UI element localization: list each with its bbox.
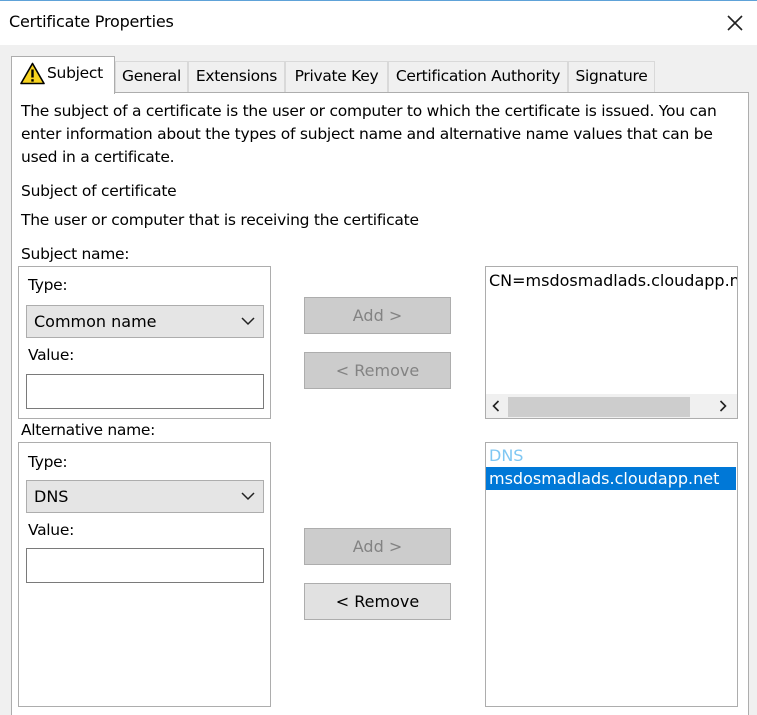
tab-label: Certification Authority: [395, 67, 561, 85]
tab-certification-authority[interactable]: Certification Authority: [388, 61, 568, 93]
close-button[interactable]: [721, 9, 749, 37]
scroll-left-arrow-icon[interactable]: [492, 400, 500, 412]
subject-type-value: Common name: [34, 312, 157, 331]
scrollbar-thumb[interactable]: [508, 397, 690, 417]
tab-label: Private Key: [294, 67, 379, 85]
horizontal-scrollbar[interactable]: [486, 394, 737, 418]
subject-name-group-label: Subject name:: [21, 245, 132, 263]
subject-tab-panel: The subject of a certificate is the user…: [11, 92, 749, 715]
subject-description: The subject of a certificate is the user…: [21, 102, 717, 166]
subject-remove-button[interactable]: < Remove: [304, 352, 451, 389]
tab-label: Subject: [47, 64, 103, 82]
alternative-remove-button[interactable]: < Remove: [304, 583, 451, 620]
subject-value-input[interactable]: [26, 374, 264, 409]
subject-heading: Subject of certificate: [21, 182, 177, 200]
alternative-value-input[interactable]: [26, 548, 264, 583]
close-icon: [727, 15, 743, 31]
subject-value-label: Value:: [28, 346, 74, 364]
window-title: Certificate Properties: [9, 12, 174, 31]
tab-signature[interactable]: Signature: [568, 61, 655, 93]
tab-general[interactable]: General: [115, 61, 188, 93]
alternative-type-label: Type:: [28, 453, 68, 471]
list-item[interactable]: msdosmadlads.cloudapp.net: [486, 467, 736, 490]
subject-name-list[interactable]: CN=msdosmadlads.cloudapp.net: [485, 266, 738, 419]
subject-type-select[interactable]: Common name: [26, 305, 264, 338]
scroll-right-arrow-icon[interactable]: [719, 400, 727, 412]
alternative-value-label: Value:: [28, 521, 74, 539]
chevron-down-icon: [241, 317, 255, 326]
subject-add-button[interactable]: Add >: [304, 297, 451, 334]
alternative-type-select[interactable]: DNS: [26, 480, 264, 513]
alternative-add-button[interactable]: Add >: [304, 528, 451, 565]
tab-label: Signature: [575, 67, 648, 85]
alternative-name-group-label: Alternative name:: [21, 421, 158, 439]
chevron-down-icon: [241, 492, 255, 501]
subject-type-label: Type:: [28, 276, 68, 294]
list-item[interactable]: CN=msdosmadlads.cloudapp.net: [486, 267, 737, 292]
tab-extensions[interactable]: Extensions: [188, 61, 285, 93]
tab-subject[interactable]: Subject: [11, 56, 115, 94]
list-group-header: DNS: [489, 446, 524, 465]
tab-label: Extensions: [195, 67, 278, 85]
subject-subheading: The user or computer that is receiving t…: [21, 211, 419, 229]
alternative-name-group: Type: DNS Value:: [18, 442, 271, 707]
subject-name-group: Type: Common name Value:: [18, 266, 271, 419]
title-bar: Certificate Properties: [0, 1, 757, 45]
tab-label: General: [122, 67, 181, 85]
warning-icon: [20, 62, 45, 85]
alternative-name-list[interactable]: DNS msdosmadlads.cloudapp.net: [485, 442, 738, 707]
tab-private-key[interactable]: Private Key: [285, 61, 388, 93]
alternative-type-value: DNS: [34, 487, 69, 506]
